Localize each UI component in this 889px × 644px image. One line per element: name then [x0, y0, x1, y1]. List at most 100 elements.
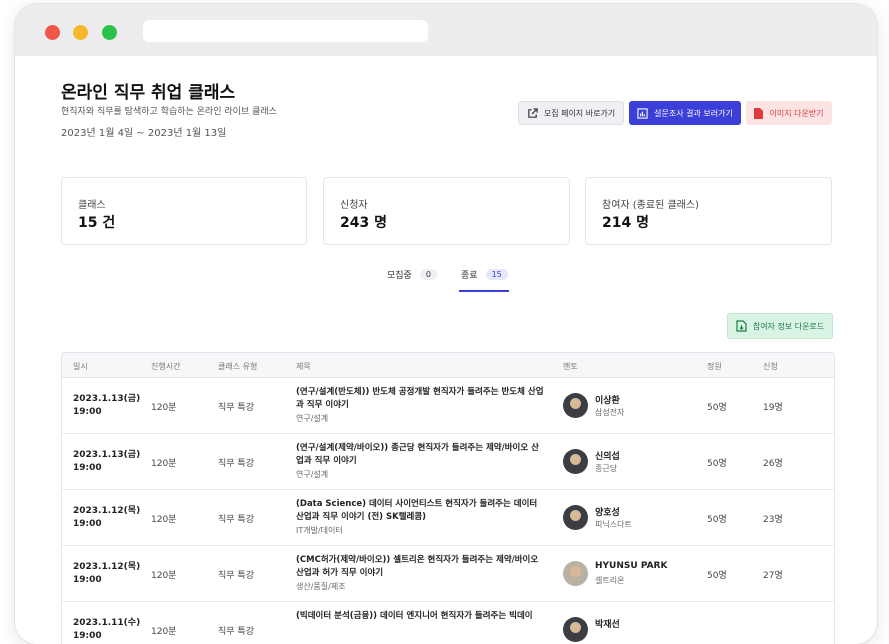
row-date: 2023.1.13(금)	[73, 394, 141, 404]
row-category: 연구/설계	[296, 470, 329, 479]
row-applied: 23명	[763, 515, 783, 525]
maximize-window-dot[interactable]	[102, 25, 117, 40]
column-header: 진행시간	[151, 362, 181, 371]
mentor-name: 양호성	[595, 508, 620, 518]
close-window-dot[interactable]	[45, 25, 60, 40]
recruit-page-label: 모집 페이지 바로가기	[543, 108, 616, 118]
row-time: 19:00	[73, 463, 102, 473]
participant-download-button[interactable]: 참여자 정보 다운로드	[727, 313, 833, 339]
column-header: 클래스 유형	[218, 362, 258, 371]
row-time: 19:00	[73, 631, 102, 641]
mentor-company: 피닉스다트	[595, 520, 632, 529]
row-title: (연구/설계(제약/바이오)) 종근당 현직자가 들려주는 제약/바이오 산업과…	[296, 443, 539, 466]
row-duration: 120분	[151, 571, 177, 581]
row-duration: 120분	[151, 627, 177, 637]
external-link-icon	[528, 107, 538, 118]
row-class-type: 직무 특강	[218, 403, 254, 413]
row-capacity: 50명	[707, 459, 727, 469]
column-header: 신청	[763, 362, 778, 371]
mentor-avatar	[563, 393, 588, 418]
row-class-type: 직무 특강	[218, 459, 254, 469]
row-capacity: 50명	[707, 571, 727, 581]
status-tabs: 모집중 0 종료 15	[15, 268, 877, 294]
tab-label: 종료	[461, 271, 478, 281]
stat-label: 신청자	[340, 200, 368, 211]
row-date: 2023.1.13(금)	[73, 450, 141, 460]
file-download-icon	[736, 320, 747, 332]
row-title: (CMC허가(제약/바이오)) 셀트리온 현직자가 들려주는 제약/바이오 산업…	[296, 555, 539, 578]
table-header: 일시 진행시간 클래스 유형 제목 멘토 정원 신청	[62, 353, 834, 378]
page-subtitle: 현직자와 직무를 탐색하고 학습하는 온라인 라이브 클래스	[61, 107, 277, 117]
survey-results-label: 설문조사 결과 보러가기	[654, 108, 733, 118]
minimize-window-dot[interactable]	[73, 25, 88, 40]
tab-closed[interactable]: 종료 15	[461, 268, 508, 281]
recruit-page-button[interactable]: 모집 페이지 바로가기	[518, 101, 624, 125]
row-date: 2023.1.12(목)	[73, 562, 141, 572]
browser-chrome	[15, 4, 877, 56]
page-content: 온라인 직무 취업 클래스 현직자와 직무를 탐색하고 학습하는 온라인 라이브…	[15, 56, 877, 644]
row-title: (연구/설계(반도체)) 반도체 공정개발 현직자가 들려주는 반도체 산업과 …	[296, 387, 544, 410]
mentor-name: 이상환	[595, 396, 620, 406]
row-duration: 120분	[151, 515, 177, 525]
row-category: 생산/품질/제조	[296, 582, 346, 591]
row-datetime: 2023.1.12(목) 19:00	[73, 561, 143, 587]
row-date: 2023.1.12(목)	[73, 506, 141, 516]
page-title: 온라인 직무 취업 클래스	[61, 83, 236, 103]
survey-results-button[interactable]: 설문조사 결과 보러가기	[629, 101, 741, 125]
stat-card-participants: 참여자 (종료된 클래스) 214 명	[585, 177, 832, 245]
file-icon	[754, 107, 764, 119]
mentor-avatar	[563, 449, 588, 474]
date-range: 2023년 1월 4일 ~ 2023년 1월 13일	[61, 128, 227, 139]
row-applied: 27명	[763, 571, 783, 581]
column-header: 정원	[707, 362, 722, 371]
row-time: 19:00	[73, 519, 102, 529]
tab-recruiting[interactable]: 모집중 0	[387, 268, 437, 281]
browser-window: 온라인 직무 취업 클래스 현직자와 직무를 탐색하고 학습하는 온라인 라이브…	[15, 4, 877, 644]
row-time: 19:00	[73, 575, 102, 585]
image-download-button[interactable]: 이미지 다운받기	[746, 101, 832, 125]
mentor-name: HYUNSU PARK	[595, 561, 668, 571]
bar-chart-icon	[637, 107, 648, 119]
row-class-type: 직무 특강	[218, 515, 254, 525]
tab-count-badge: 0	[419, 269, 437, 280]
table-row[interactable]: 2023.1.12(목) 19:00 120분 직무 특강 (Data Scien…	[62, 490, 834, 546]
address-bar[interactable]	[143, 20, 428, 42]
mentor-company: 삼성전자	[595, 408, 625, 417]
row-datetime: 2023.1.12(목) 19:00	[73, 505, 143, 531]
table-row[interactable]: 2023.1.13(금) 19:00 120분 직무 특강 (연구/설계(반도체)…	[62, 378, 834, 434]
row-category: 연구/설계	[296, 414, 329, 423]
table-row[interactable]: 2023.1.13(금) 19:00 120분 직무 특강 (연구/설계(제약/바…	[62, 434, 834, 490]
stat-card-classes: 클래스 15 건	[61, 177, 307, 245]
table-row[interactable]: 2023.1.12(목) 19:00 120분 직무 특강 (CMC허가(제약/바…	[62, 546, 834, 602]
row-applied: 19명	[763, 403, 783, 413]
image-download-label: 이미지 다운받기	[769, 108, 824, 118]
column-header: 일시	[73, 362, 88, 371]
row-title: (빅데이터 분석(금융)) 데이터 엔지니어 현직자가 들려주는 빅데이	[296, 611, 533, 621]
mentor-avatar	[563, 561, 588, 586]
row-applied: 26명	[763, 459, 783, 469]
row-time: 19:00	[73, 407, 102, 417]
active-tab-indicator	[459, 290, 509, 292]
table-row[interactable]: 2023.1.11(수) 19:00 120분 직무 특강 (빅데이터 분석(금융…	[62, 602, 834, 644]
tab-label: 모집중	[387, 271, 412, 281]
stat-value: 243 명	[340, 215, 387, 231]
row-capacity: 50명	[707, 515, 727, 525]
mentor-avatar	[563, 617, 588, 642]
row-datetime: 2023.1.13(금) 19:00	[73, 393, 143, 419]
participant-download-label: 참여자 정보 다운로드	[752, 321, 825, 331]
column-header: 멘토	[563, 362, 578, 371]
row-title: (Data Science) 데이터 사이언티스트 현직자가 들려주는 데이터 …	[296, 499, 538, 522]
row-date: 2023.1.11(수)	[73, 618, 141, 628]
stat-card-applicants: 신청자 243 명	[323, 177, 570, 245]
row-datetime: 2023.1.11(수) 19:00	[73, 617, 143, 643]
mentor-avatar	[563, 505, 588, 530]
class-table: 일시 진행시간 클래스 유형 제목 멘토 정원 신청 2023.1.13(금) 1…	[61, 352, 835, 644]
column-header: 제목	[296, 362, 311, 371]
row-capacity: 50명	[707, 403, 727, 413]
stat-label: 클래스	[78, 200, 106, 211]
mentor-company: 셀트리온	[595, 576, 625, 585]
mentor-company: 종근당	[595, 464, 618, 473]
stat-label: 참여자 (종료된 클래스)	[602, 200, 699, 211]
tab-count-badge: 15	[485, 269, 508, 280]
stat-value: 214 명	[602, 215, 649, 231]
